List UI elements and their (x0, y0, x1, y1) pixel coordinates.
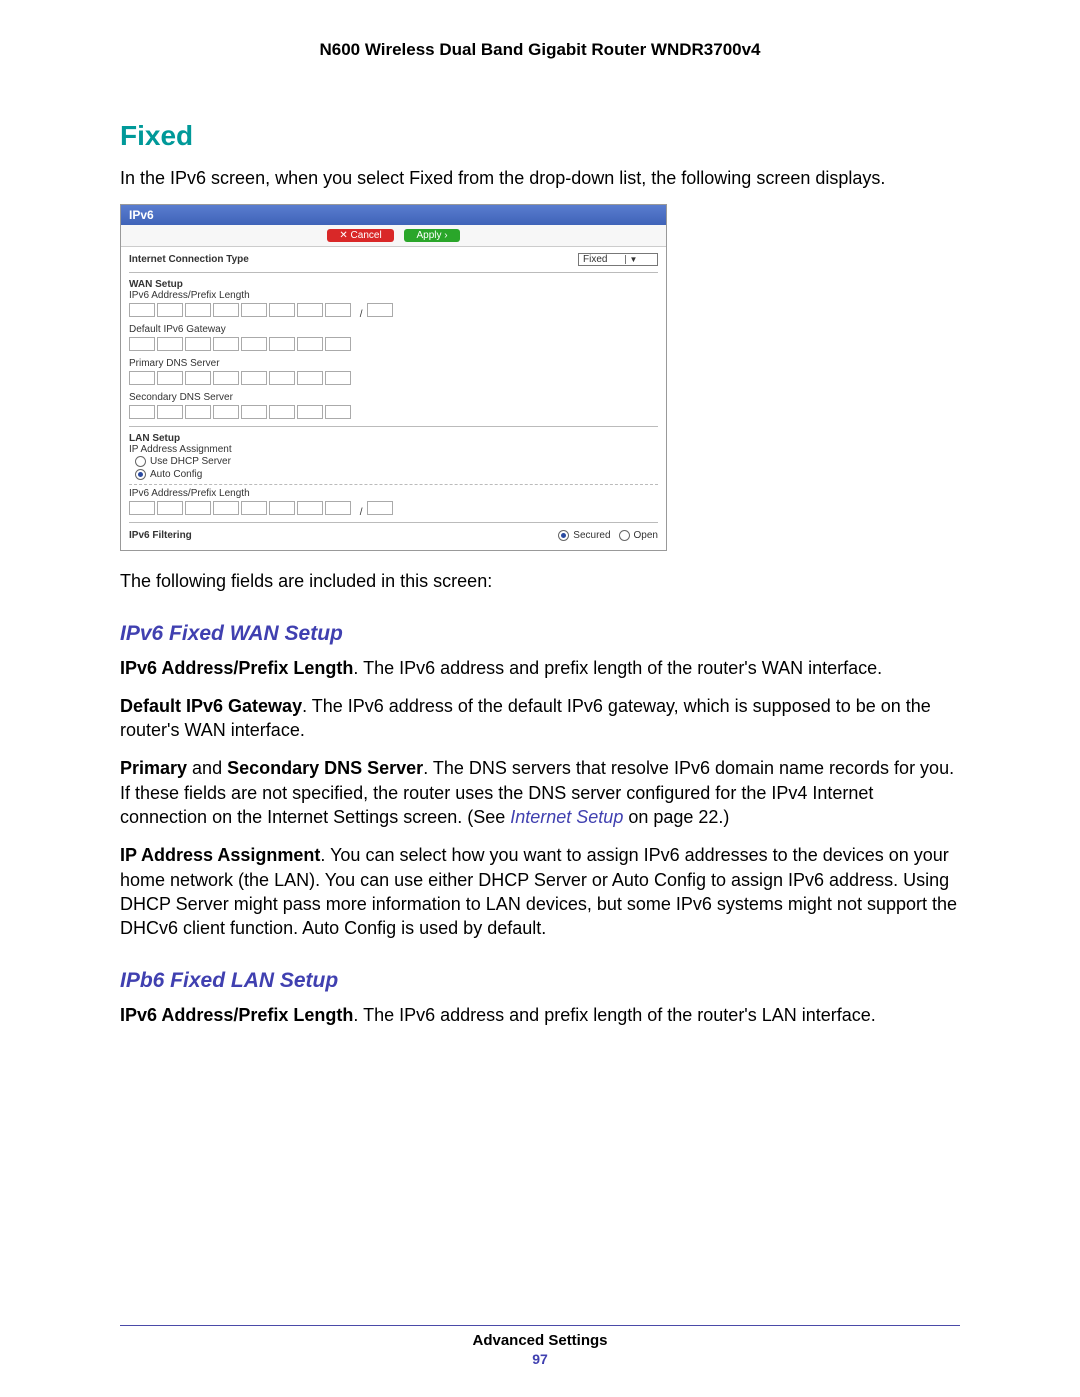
wan-p1-text: . The IPv6 address and prefix length of … (353, 658, 882, 678)
lan-ipv6-address-input[interactable]: / (129, 501, 658, 518)
wan-setup-subheading: IPv6 Fixed WAN Setup (120, 622, 960, 646)
cancel-button[interactable]: ✕ Cancel (327, 229, 393, 242)
ip-assignment-label: IP Address Assignment (129, 444, 658, 455)
secured-radio[interactable]: Secured (558, 529, 610, 542)
lan-ipv6-address-label: IPv6 Address/Prefix Length (129, 488, 658, 499)
footer-divider (120, 1325, 960, 1326)
wan-setup-heading: WAN Setup (129, 279, 658, 290)
section-title-fixed: Fixed (120, 120, 960, 152)
apply-button[interactable]: Apply › (404, 229, 459, 242)
wan-p4: IP Address Assignment. You can select ho… (120, 843, 960, 940)
lan-setup-heading: LAN Setup (129, 433, 658, 444)
intro-text: In the IPv6 screen, when you select Fixe… (120, 166, 960, 190)
default-gateway-label: Default IPv6 Gateway (129, 324, 658, 335)
auto-config-radio[interactable]: Auto Config (135, 468, 658, 481)
secondary-dns-input[interactable] (129, 405, 658, 422)
wan-p2: Default IPv6 Gateway. The IPv6 address o… (120, 694, 960, 743)
lan-p1-label: IPv6 Address/Prefix Length (120, 1005, 353, 1025)
page-footer: Advanced Settings 97 (120, 1317, 960, 1367)
wan-p1: IPv6 Address/Prefix Length. The IPv6 add… (120, 656, 960, 680)
primary-dns-input[interactable] (129, 371, 658, 388)
chevron-right-icon: › (444, 230, 447, 241)
primary-dns-label: Primary DNS Server (129, 358, 658, 369)
footer-title: Advanced Settings (120, 1332, 960, 1349)
wan-p2-label: Default IPv6 Gateway (120, 696, 302, 716)
ipv6-filtering-label: IPv6 Filtering (129, 530, 192, 541)
internet-connection-type-label: Internet Connection Type (129, 254, 249, 265)
select-value: Fixed (583, 254, 607, 265)
wan-p3-label2: Secondary DNS Server (227, 758, 423, 778)
footer-page-number: 97 (120, 1351, 960, 1367)
wan-p3-and: and (187, 758, 227, 778)
radio-icon (619, 530, 630, 541)
secondary-dns-label: Secondary DNS Server (129, 392, 658, 403)
radio-icon (135, 456, 146, 467)
open-radio[interactable]: Open (619, 529, 658, 542)
use-dhcp-radio[interactable]: Use DHCP Server (135, 455, 658, 468)
internet-setup-link[interactable]: Internet Setup (510, 807, 623, 827)
wan-p4-label: IP Address Assignment (120, 845, 320, 865)
use-dhcp-label: Use DHCP Server (150, 456, 231, 467)
lan-p1: IPv6 Address/Prefix Length. The IPv6 add… (120, 1003, 960, 1027)
screenshot-button-bar: ✕ Cancel Apply › (121, 225, 666, 247)
wan-p3: Primary and Secondary DNS Server. The DN… (120, 756, 960, 829)
radio-selected-icon (558, 530, 569, 541)
screenshot-title: IPv6 (121, 205, 666, 225)
following-fields-text: The following fields are included in thi… (120, 569, 960, 593)
radio-selected-icon (135, 469, 146, 480)
open-label: Open (634, 530, 658, 541)
close-icon: ✕ (339, 230, 347, 241)
ipv6-address-label: IPv6 Address/Prefix Length (129, 290, 658, 301)
chevron-down-icon: ▼ (625, 255, 637, 264)
ipv6-settings-screenshot: IPv6 ✕ Cancel Apply › Internet Connectio… (120, 204, 667, 551)
lan-p1-text: . The IPv6 address and prefix length of … (353, 1005, 875, 1025)
wan-p1-label: IPv6 Address/Prefix Length (120, 658, 353, 678)
internet-connection-type-select[interactable]: Fixed ▼ (578, 253, 658, 266)
wan-ipv6-address-input[interactable]: / (129, 303, 658, 320)
cancel-label: Cancel (351, 230, 382, 241)
lan-setup-subheading: IPb6 Fixed LAN Setup (120, 969, 960, 993)
default-gateway-input[interactable] (129, 337, 658, 354)
wan-p3-text-b: on page 22.) (623, 807, 729, 827)
document-page: N600 Wireless Dual Band Gigabit Router W… (0, 0, 1080, 1397)
doc-header: N600 Wireless Dual Band Gigabit Router W… (120, 40, 960, 60)
secured-label: Secured (573, 530, 610, 541)
apply-label: Apply (416, 230, 441, 241)
auto-config-label: Auto Config (150, 469, 202, 480)
wan-p3-label1: Primary (120, 758, 187, 778)
